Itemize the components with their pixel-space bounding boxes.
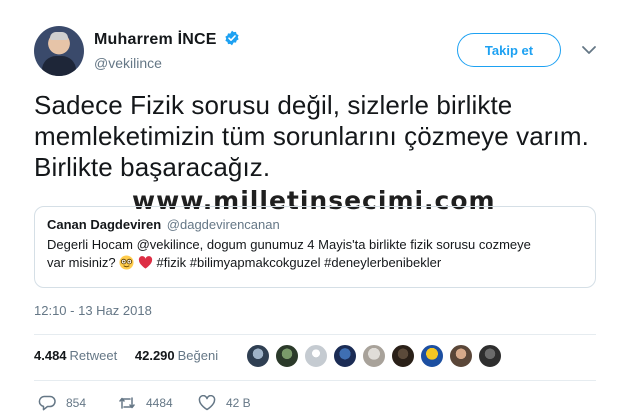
retweet-icon [119,397,135,409]
divider [34,380,596,381]
retweet-action-count: 4484 [146,396,173,410]
retweet-label[interactable]: Retweet [70,348,118,363]
quoted-tweet[interactable]: Canan Dagdeviren @dagdevirencanan Degerl… [34,206,596,288]
liker-avatar[interactable] [362,344,386,368]
follow-button[interactable]: Takip et [457,33,561,67]
liker-avatars [246,344,507,370]
liker-avatar[interactable] [449,344,473,368]
like-label[interactable]: Beğeni [178,348,218,363]
reply-button[interactable]: 854 [38,395,86,411]
liker-avatar[interactable] [391,344,415,368]
quoted-tweet-header: Canan Dagdeviren @dagdevirencanan [47,217,583,232]
tweet-stats: 4.484 Retweet 42.290 Beğeni [34,348,232,363]
liker-avatar[interactable] [333,344,357,368]
quoted-tweet-text: Degerli Hocam @vekilince, dogum gunumuz … [47,236,583,272]
red-heart-emoji [138,256,153,269]
liker-avatar[interactable] [246,344,270,368]
reply-count: 854 [66,396,87,410]
author-handle[interactable]: @vekilince [94,55,240,71]
quoted-text-line2: var misiniz? [47,255,116,270]
author-name-block: Muharrem İNCE @vekilince [94,30,240,71]
quoted-hashtags[interactable]: #fizik #bilimyapmakcokguzel #deneylerben… [157,255,442,270]
quoted-author-name[interactable]: Canan Dagdeviren [47,217,161,232]
like-heart-icon [198,395,216,411]
quoted-text-line1: Degerli Hocam @vekilince, dogum gunumuz … [47,237,531,252]
like-button[interactable]: 42 B [198,395,251,411]
liker-avatar[interactable] [304,344,328,368]
liker-avatar[interactable] [478,344,502,368]
quoted-author-handle[interactable]: @dagdevirencanan [167,217,280,232]
divider [34,334,596,335]
like-count[interactable]: 42.290 [135,348,175,363]
reply-icon [38,395,56,411]
liker-avatar[interactable] [275,344,299,368]
author-display-name[interactable]: Muharrem İNCE [94,31,217,48]
liker-avatar[interactable] [420,344,444,368]
tweet-actions: 854 4484 42 B [34,395,334,415]
like-action-count: 42 B [226,396,251,410]
verified-badge-icon [225,30,239,46]
nerd-face-emoji [119,255,134,270]
retweet-button[interactable]: 4484 [118,395,173,411]
tweet-text: Sadece Fizik sorusu değil, sizlerle birl… [34,90,589,182]
author-avatar[interactable] [34,26,84,76]
tweet-header: Muharrem İNCE @vekilince Takip et [34,26,604,78]
chevron-down-icon[interactable] [581,44,597,56]
tweet-timestamp[interactable]: 12:10 - 13 Haz 2018 [34,303,152,318]
retweet-count[interactable]: 4.484 [34,348,67,363]
